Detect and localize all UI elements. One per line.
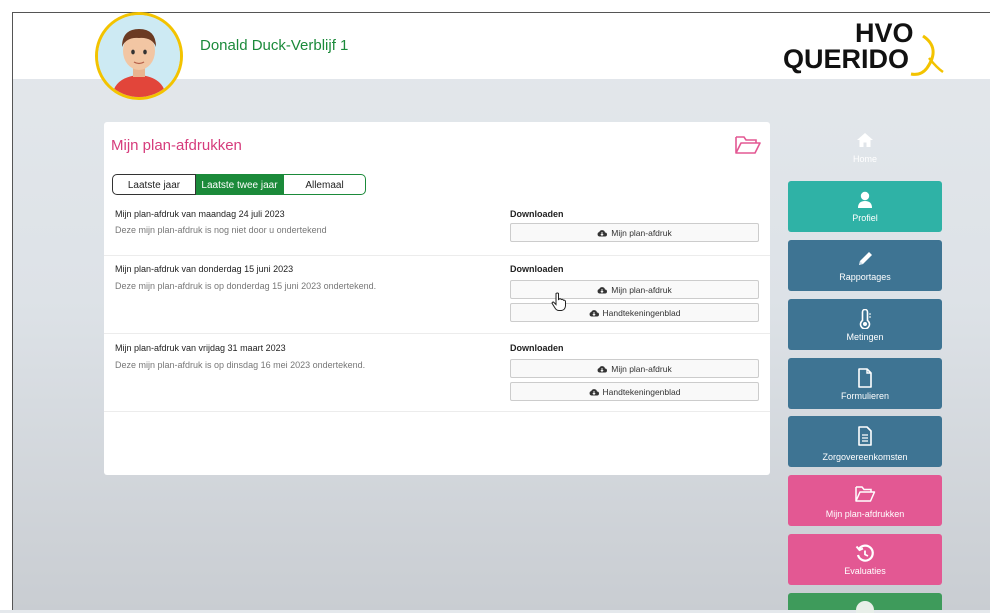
download-plan-print-button[interactable]: Mijn plan-afdruk xyxy=(510,359,759,378)
sidebar-item-label: Zorgovereenkomsten xyxy=(822,452,908,462)
sidebar-item-rapportages[interactable]: Rapportages xyxy=(788,240,942,291)
download-label: Downloaden xyxy=(510,264,564,274)
file-text-icon xyxy=(788,426,942,446)
filter-last-year[interactable]: Laatste jaar xyxy=(112,174,196,195)
window-frame-left xyxy=(0,0,13,610)
button-label: Handtekeningenblad xyxy=(602,307,681,318)
pencil-icon xyxy=(788,250,942,268)
sidebar-item-evaluaties[interactable]: Evaluaties xyxy=(788,534,942,585)
sidebar-item-home[interactable]: Home xyxy=(788,128,942,174)
sidebar-item-formulieren[interactable]: Formulieren xyxy=(788,358,942,409)
sidebar-item-profiel[interactable]: Profiel xyxy=(788,181,942,232)
cloud-download-icon xyxy=(597,286,608,293)
entry-title: Mijn plan-afdruk van donderdag 15 juni 2… xyxy=(115,264,294,274)
download-signature-sheet-button[interactable]: Handtekeningenblad xyxy=(510,382,759,401)
sidebar-item-label: Formulieren xyxy=(840,391,889,401)
cloud-download-icon xyxy=(589,388,599,395)
partial-icon xyxy=(856,601,874,613)
plan-prints-panel: Mijn plan-afdrukken Laatste jaar Laatste… xyxy=(104,122,770,475)
person-icon xyxy=(788,191,942,209)
download-plan-print-button[interactable]: Mijn plan-afdruk xyxy=(510,223,759,242)
home-icon xyxy=(788,132,942,148)
plan-print-entry: Mijn plan-afdruk van maandag 24 juli 202… xyxy=(104,204,770,256)
download-signature-sheet-button[interactable]: Handtekeningenblad xyxy=(510,303,759,322)
button-label: Mijn plan-afdruk xyxy=(611,363,672,374)
avatar-person-icon xyxy=(98,15,180,97)
download-label: Downloaden xyxy=(510,343,564,353)
period-filter-group: Laatste jaar Laatste twee jaar Allemaal xyxy=(112,174,366,195)
sidebar-item-label: Mijn plan-afdrukken xyxy=(825,509,905,519)
entry-description: Deze mijn plan-afdruk is op dinsdag 16 m… xyxy=(115,360,366,370)
sidebar-item-mijn-plan-afdrukken[interactable]: Mijn plan-afdrukken xyxy=(788,475,942,526)
cloud-download-icon xyxy=(589,309,599,316)
panel-title: Mijn plan-afdrukken xyxy=(111,137,242,154)
hvo-querido-logo[interactable]: HVO QUERIDO xyxy=(783,18,944,78)
hand-pointer-cursor-icon xyxy=(551,292,567,317)
download-label: Downloaden xyxy=(510,209,564,219)
sidebar-item-label: Rapportages xyxy=(839,272,891,282)
button-label: Mijn plan-afdruk xyxy=(611,284,672,295)
cloud-download-icon xyxy=(597,229,608,236)
filter-all[interactable]: Allemaal xyxy=(284,174,366,195)
thermometer-icon xyxy=(788,309,942,329)
folder-open-icon xyxy=(734,134,762,161)
plan-print-entry: Mijn plan-afdruk van vrijdag 31 maart 20… xyxy=(104,334,770,412)
download-plan-print-button[interactable]: Mijn plan-afdruk xyxy=(510,280,759,299)
history-icon xyxy=(788,544,942,564)
button-label: Handtekeningenblad xyxy=(602,386,681,397)
sidebar-item-label: Profiel xyxy=(852,213,878,223)
sidebar-item-zorgovereenkomsten[interactable]: Zorgovereenkomsten xyxy=(788,416,942,467)
filter-last-two-years[interactable]: Laatste twee jaar xyxy=(196,174,284,195)
file-icon xyxy=(788,368,942,388)
sidebar-item-label: Home xyxy=(852,154,877,164)
entry-description: Deze mijn plan-afdruk is op donderdag 15… xyxy=(115,281,377,291)
button-label: Mijn plan-afdruk xyxy=(611,227,672,238)
entry-description: Deze mijn plan-afdruk is nog niet door u… xyxy=(115,225,327,235)
logo-swoosh-icon xyxy=(910,34,944,76)
avatar[interactable] xyxy=(95,12,183,100)
sidebar-item-metingen[interactable]: Metingen xyxy=(788,299,942,350)
cloud-download-icon xyxy=(597,365,608,372)
user-name: Donald Duck-Verblijf 1 xyxy=(200,37,349,54)
folder-open-icon xyxy=(788,485,942,503)
plan-print-entry: Mijn plan-afdruk van donderdag 15 juni 2… xyxy=(104,256,770,334)
sidebar-item-label: Evaluaties xyxy=(844,566,886,576)
sidebar-item-next[interactable] xyxy=(788,593,942,613)
entry-title: Mijn plan-afdruk van vrijdag 31 maart 20… xyxy=(115,343,286,353)
window-frame-top xyxy=(12,0,990,13)
entry-title: Mijn plan-afdruk van maandag 24 juli 202… xyxy=(115,209,285,219)
sidebar-item-label: Metingen xyxy=(846,332,884,342)
